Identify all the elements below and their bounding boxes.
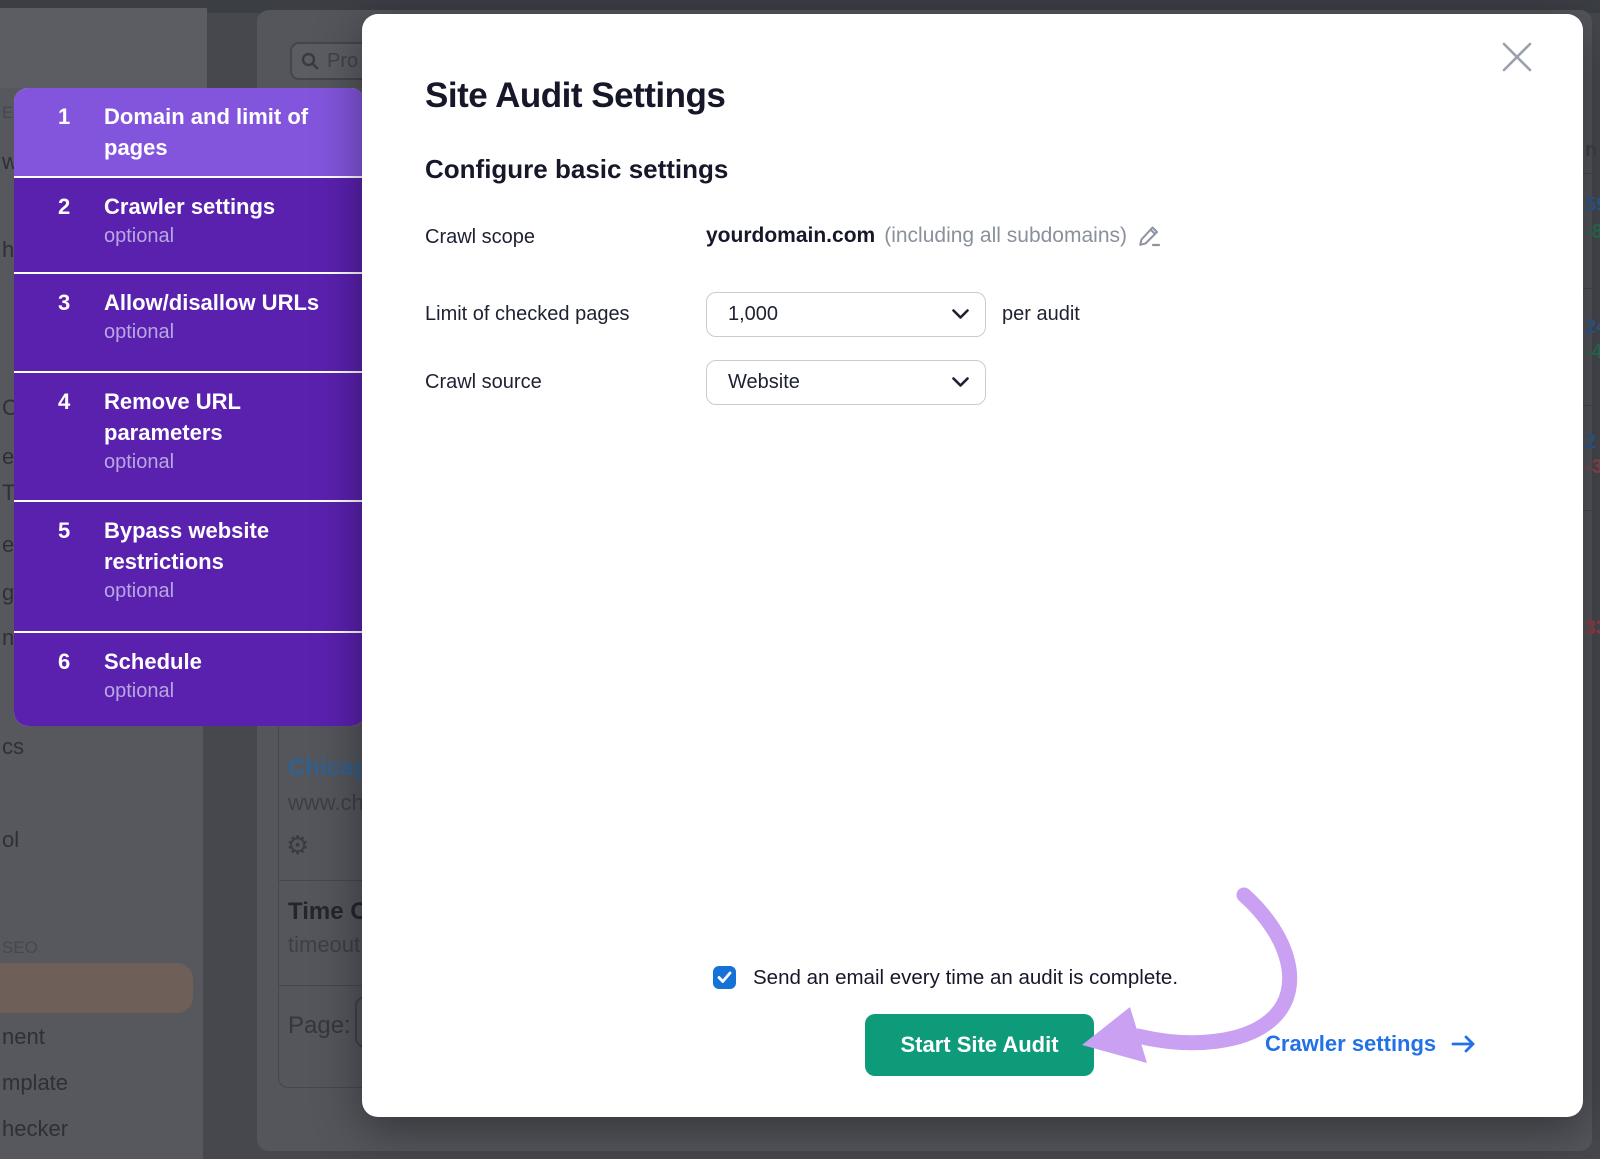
limit-label: Limit of checked pages (425, 303, 630, 325)
bg-metric-fragment: 2 (1585, 431, 1597, 453)
step-bypass-website-restrictions[interactable]: 5 Bypass website restrictions optional (14, 502, 365, 631)
bg-metric-fragment: 24 (1585, 316, 1600, 338)
divider (1583, 510, 1600, 511)
background-project-link[interactable]: Chicag (288, 754, 368, 782)
screen: EAwhCewToergnscsolSEO nentmplatehecker P… (0, 0, 1600, 1159)
step-optional-label: optional (104, 321, 175, 343)
limit-select-value: 1,000 (728, 303, 779, 325)
crawler-settings-link[interactable]: Crawler settings (1265, 1031, 1477, 1057)
divider (1583, 405, 1600, 406)
limit-suffix: per audit (1002, 303, 1080, 325)
search-placeholder: Pro (327, 49, 359, 72)
bg-metric-fragment: -8 (1585, 221, 1600, 243)
crawl-scope-note: (including all subdomains) (884, 224, 1127, 247)
step-number: 6 (58, 649, 71, 674)
background-project-url: www.ch (288, 790, 364, 815)
crawl-source-label: Crawl source (425, 371, 542, 393)
step-number: 2 (58, 194, 71, 219)
crawl-scope-value: yourdomain.com (including all subdomains… (706, 223, 1162, 249)
step-title: Allow/disallow URLs (104, 290, 320, 315)
step-remove-url-parameters[interactable]: 4 Remove URL parameters optional (14, 373, 365, 500)
step-title: Crawler settings (104, 194, 276, 219)
step-number: 5 (58, 518, 71, 543)
gear-icon[interactable]: ⚙ (286, 832, 309, 858)
sidebar-active-item-highlight[interactable] (0, 963, 193, 1013)
crawl-scope-domain: yourdomain.com (706, 224, 876, 247)
search-icon (301, 52, 319, 70)
step-title: Domain and limit of pages (104, 104, 309, 160)
step-title: Schedule (104, 649, 202, 674)
bg-text-fragment: ol (2, 827, 20, 852)
edit-pencil-icon[interactable] (1136, 223, 1162, 249)
email-checkbox-row: Send an email every time an audit is com… (713, 966, 1178, 990)
step-crawler-settings[interactable]: 2 Crawler settings optional (14, 178, 365, 272)
step-optional-label: optional (104, 225, 175, 247)
step-optional-label: optional (104, 451, 175, 473)
email-checkbox[interactable] (713, 966, 736, 989)
bg-metric-fragment: -3 (1585, 456, 1600, 478)
divider (1583, 288, 1600, 289)
crawl-scope-label: Crawl scope (425, 226, 536, 248)
bg-metric-fragment: n (1585, 139, 1598, 161)
bg-text-fragment: g (2, 580, 15, 605)
bg-metric-fragment: -4 (1585, 341, 1600, 363)
background-page-label: Page: (288, 1012, 351, 1039)
start-site-audit-button[interactable]: Start Site Audit (865, 1014, 1094, 1076)
close-icon[interactable] (1500, 40, 1534, 74)
bg-menu-item-fragment[interactable]: mplate (2, 1071, 68, 1095)
step-optional-label: optional (104, 680, 175, 702)
step-number: 4 (58, 389, 71, 414)
chevron-down-icon (952, 377, 969, 387)
step-number: 1 (58, 104, 71, 129)
crawl-source-select-value: Website (728, 371, 800, 393)
divider (1583, 173, 1600, 174)
crawl-source-select[interactable]: Website (706, 360, 986, 405)
background-sidebar-header (0, 8, 207, 88)
bg-text-fragment: cs (2, 734, 24, 759)
bg-text-fragment: h (2, 237, 15, 262)
arrow-right-icon (1451, 1035, 1475, 1053)
step-title: Remove URL parameters (104, 389, 241, 445)
bg-menu-item-fragment[interactable]: hecker (2, 1117, 68, 1141)
modal-title: Site Audit Settings (425, 76, 726, 115)
wizard-steps-panel: 1 Domain and limit of pages 2 Crawler se… (14, 88, 365, 726)
background-row2-title: Time O (288, 898, 369, 925)
step-schedule[interactable]: 6 Schedule optional (14, 633, 365, 726)
site-audit-settings-modal: Site Audit Settings Configure basic sett… (362, 14, 1583, 1117)
bg-menu-item-fragment[interactable]: nent (2, 1025, 45, 1049)
step-allow-disallow-urls[interactable]: 3 Allow/disallow URLs optional (14, 274, 365, 371)
bg-text-fragment: SEO (2, 938, 38, 957)
bg-metric-fragment: 33 (1585, 617, 1600, 639)
crawler-settings-link-label: Crawler settings (1265, 1031, 1437, 1056)
checkmark-icon (717, 971, 732, 983)
step-title: Bypass website restrictions (104, 518, 270, 574)
step-number: 3 (58, 290, 71, 315)
step-optional-label: optional (104, 580, 175, 602)
step-domain-and-limit[interactable]: 1 Domain and limit of pages (14, 88, 365, 176)
limit-select[interactable]: 1,000 (706, 292, 986, 337)
modal-subtitle: Configure basic settings (425, 154, 729, 184)
email-checkbox-label[interactable]: Send an email every time an audit is com… (753, 966, 1178, 990)
chevron-down-icon (952, 309, 969, 319)
bg-metric-fragment: 59 (1585, 194, 1600, 216)
background-row2-subtitle: timeout (288, 932, 361, 957)
